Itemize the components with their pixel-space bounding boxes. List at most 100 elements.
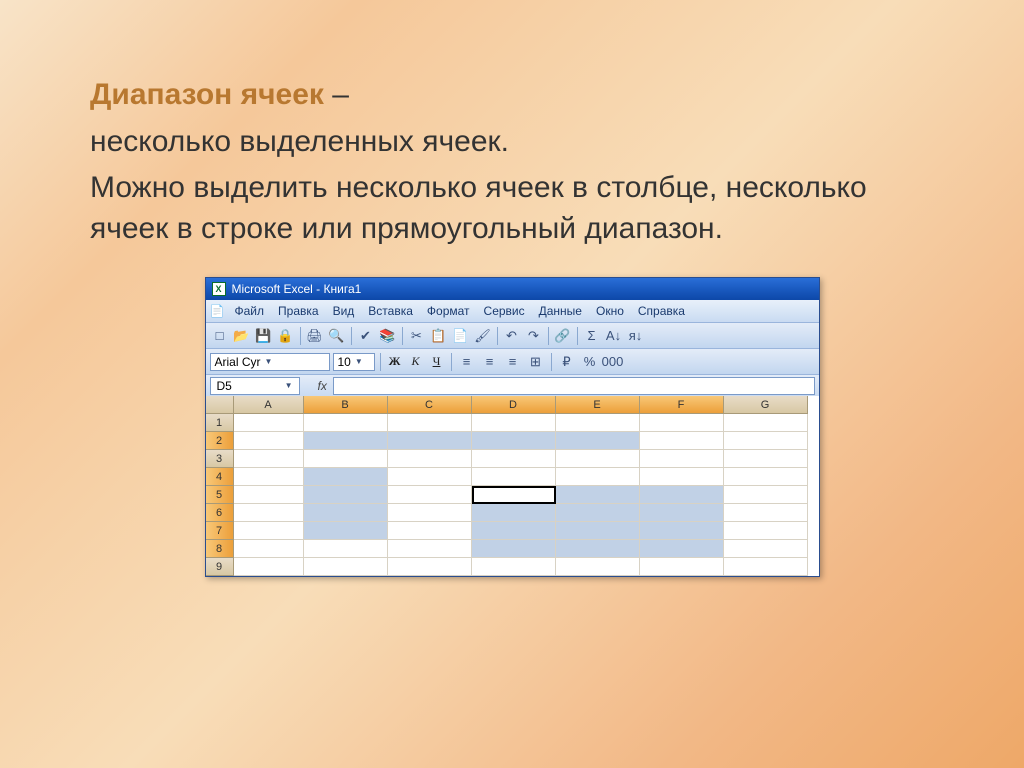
formula-input[interactable] — [333, 377, 815, 395]
autosum-icon[interactable]: Σ — [582, 326, 602, 346]
cell-D1[interactable] — [472, 414, 556, 432]
cell-A5[interactable] — [234, 486, 304, 504]
permission-icon[interactable]: 🔒 — [276, 326, 296, 346]
currency-icon[interactable]: ₽ — [557, 352, 577, 372]
menu-insert[interactable]: Вставка — [361, 302, 420, 320]
row-header-7[interactable]: 7 — [206, 522, 234, 540]
cell-F3[interactable] — [640, 450, 724, 468]
cell-G1[interactable] — [724, 414, 808, 432]
cell-E3[interactable] — [556, 450, 640, 468]
align-left-icon[interactable]: ≡ — [457, 352, 477, 372]
cell-A1[interactable] — [234, 414, 304, 432]
cell-A9[interactable] — [234, 558, 304, 576]
redo-icon[interactable]: ↷ — [524, 326, 544, 346]
research-icon[interactable]: 📚 — [378, 326, 398, 346]
cell-F4[interactable] — [640, 468, 724, 486]
row-header-1[interactable]: 1 — [206, 414, 234, 432]
cell-B1[interactable] — [304, 414, 388, 432]
menu-view[interactable]: Вид — [326, 302, 362, 320]
sort-asc-icon[interactable]: A↓ — [604, 326, 624, 346]
cell-D4[interactable] — [472, 468, 556, 486]
cell-G6[interactable] — [724, 504, 808, 522]
cell-C4[interactable] — [388, 468, 472, 486]
cell-C8[interactable] — [388, 540, 472, 558]
cell-E2[interactable] — [556, 432, 640, 450]
col-header-B[interactable]: B — [304, 396, 388, 414]
menu-tools[interactable]: Сервис — [477, 302, 532, 320]
cell-C5[interactable] — [388, 486, 472, 504]
col-header-F[interactable]: F — [640, 396, 724, 414]
cell-A7[interactable] — [234, 522, 304, 540]
menu-help[interactable]: Справка — [631, 302, 692, 320]
format-painter-icon[interactable]: 🖌 — [473, 326, 493, 346]
font-size-select[interactable]: 10▼ — [333, 353, 375, 371]
cell-E4[interactable] — [556, 468, 640, 486]
row-header-3[interactable]: 3 — [206, 450, 234, 468]
cell-B9[interactable] — [304, 558, 388, 576]
cell-B8[interactable] — [304, 540, 388, 558]
menu-window[interactable]: Окно — [589, 302, 631, 320]
menu-edit[interactable]: Правка — [271, 302, 326, 320]
cell-D9[interactable] — [472, 558, 556, 576]
cell-F2[interactable] — [640, 432, 724, 450]
cell-E9[interactable] — [556, 558, 640, 576]
cell-C9[interactable] — [388, 558, 472, 576]
col-header-G[interactable]: G — [724, 396, 808, 414]
cell-F8[interactable] — [640, 540, 724, 558]
cell-F7[interactable] — [640, 522, 724, 540]
cell-B6[interactable] — [304, 504, 388, 522]
row-header-8[interactable]: 8 — [206, 540, 234, 558]
name-box[interactable]: D5▼ — [210, 377, 300, 395]
merge-icon[interactable]: ⊞ — [526, 352, 546, 372]
cell-G4[interactable] — [724, 468, 808, 486]
cell-B5[interactable] — [304, 486, 388, 504]
col-header-D[interactable]: D — [472, 396, 556, 414]
cell-E7[interactable] — [556, 522, 640, 540]
cell-C7[interactable] — [388, 522, 472, 540]
cell-D3[interactable] — [472, 450, 556, 468]
cell-E6[interactable] — [556, 504, 640, 522]
col-header-C[interactable]: C — [388, 396, 472, 414]
font-name-select[interactable]: Arial Cyr▼ — [210, 353, 330, 371]
cell-B4[interactable] — [304, 468, 388, 486]
spell-icon[interactable]: ✔ — [356, 326, 376, 346]
cell-E5[interactable] — [556, 486, 640, 504]
col-header-E[interactable]: E — [556, 396, 640, 414]
comma-icon[interactable]: 000 — [603, 352, 623, 372]
sort-desc-icon[interactable]: я↓ — [626, 326, 646, 346]
paste-icon[interactable]: 📄 — [451, 326, 471, 346]
cell-G7[interactable] — [724, 522, 808, 540]
cell-C6[interactable] — [388, 504, 472, 522]
cell-G5[interactable] — [724, 486, 808, 504]
copy-icon[interactable]: 📋 — [429, 326, 449, 346]
cell-A8[interactable] — [234, 540, 304, 558]
cell-C1[interactable] — [388, 414, 472, 432]
row-header-4[interactable]: 4 — [206, 468, 234, 486]
bold-button[interactable]: Ж — [386, 353, 404, 371]
link-icon[interactable]: 🔗 — [553, 326, 573, 346]
col-header-A[interactable]: A — [234, 396, 304, 414]
align-right-icon[interactable]: ≡ — [503, 352, 523, 372]
cell-A4[interactable] — [234, 468, 304, 486]
percent-icon[interactable]: % — [580, 352, 600, 372]
cell-C3[interactable] — [388, 450, 472, 468]
menu-format[interactable]: Формат — [420, 302, 477, 320]
cell-D8[interactable] — [472, 540, 556, 558]
cell-G2[interactable] — [724, 432, 808, 450]
preview-icon[interactable]: 🔍 — [327, 326, 347, 346]
cell-A6[interactable] — [234, 504, 304, 522]
cell-F5[interactable] — [640, 486, 724, 504]
cell-A2[interactable] — [234, 432, 304, 450]
row-header-2[interactable]: 2 — [206, 432, 234, 450]
cell-D5[interactable] — [472, 486, 556, 504]
menu-data[interactable]: Данные — [532, 302, 589, 320]
select-all-corner[interactable] — [206, 396, 234, 414]
cell-A3[interactable] — [234, 450, 304, 468]
underline-button[interactable]: Ч — [428, 353, 446, 371]
cell-B3[interactable] — [304, 450, 388, 468]
cell-F6[interactable] — [640, 504, 724, 522]
align-center-icon[interactable]: ≡ — [480, 352, 500, 372]
row-header-9[interactable]: 9 — [206, 558, 234, 576]
print-icon[interactable]: 🖨 — [305, 326, 325, 346]
cell-D2[interactable] — [472, 432, 556, 450]
